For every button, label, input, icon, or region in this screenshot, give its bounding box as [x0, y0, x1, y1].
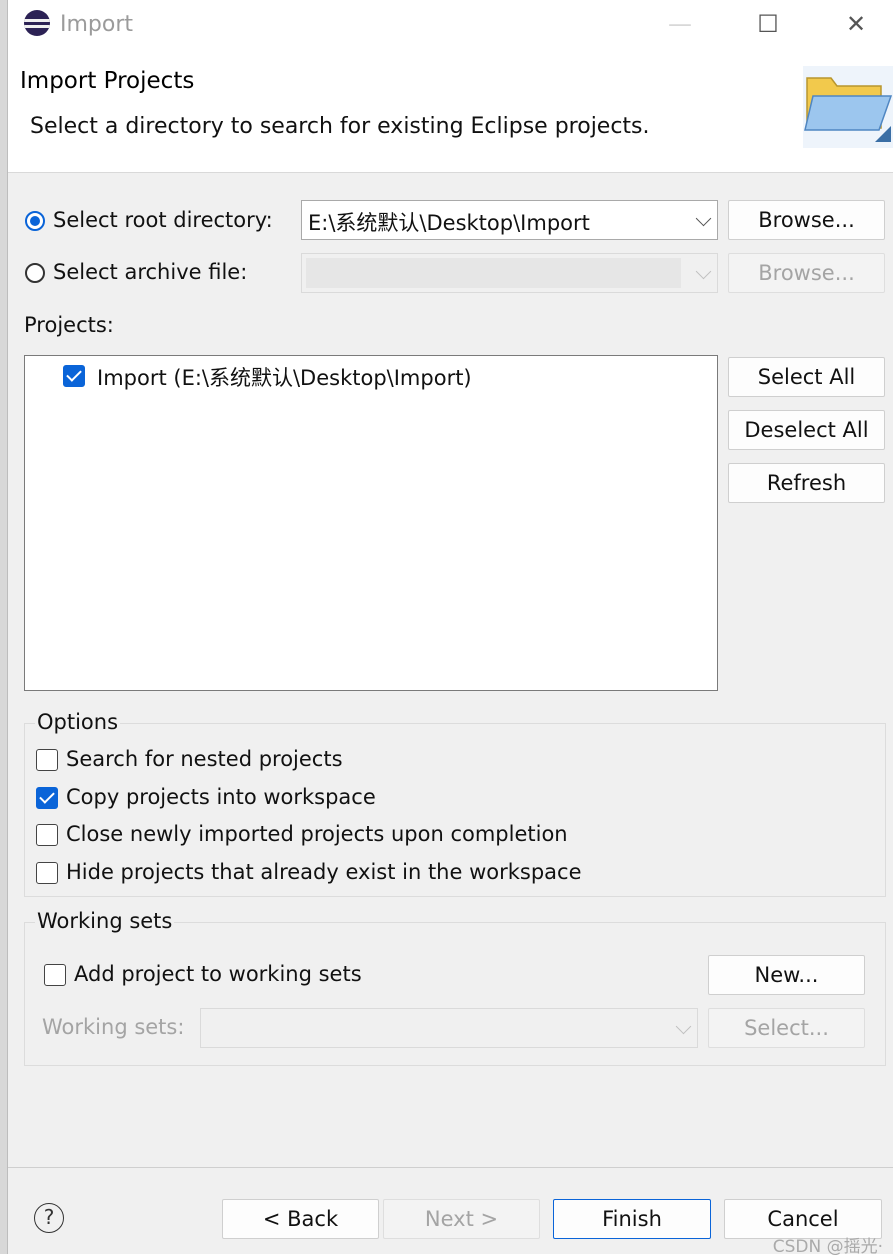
watermark: CSDN @摇光·: [772, 1237, 883, 1257]
back-button[interactable]: < Back: [222, 1199, 379, 1239]
projects-list[interactable]: Import (E:\系统默认\Desktop\Import): [24, 355, 718, 691]
page-subtitle: Select a directory to search for existin…: [30, 114, 650, 139]
nested-projects-label: Search for nested projects: [66, 747, 343, 771]
title-bar: Import — ☐ ✕: [8, 0, 893, 52]
root-directory-value: E:\系统默认\Desktop\Import: [308, 211, 590, 235]
refresh-button[interactable]: Refresh: [728, 463, 885, 503]
minimize-button[interactable]: —: [665, 10, 695, 40]
select-working-sets-button[interactable]: Select...: [708, 1008, 865, 1048]
window-title: Import: [60, 12, 134, 37]
folder-icon: [803, 66, 893, 148]
working-sets-combo[interactable]: [200, 1008, 698, 1048]
close-projects-label: Close newly imported projects upon compl…: [66, 822, 568, 846]
root-directory-combo[interactable]: E:\系统默认\Desktop\Import: [301, 200, 718, 240]
chevron-down-icon: [675, 1018, 692, 1035]
root-directory-label: Select root directory:: [53, 208, 273, 232]
select-all-button[interactable]: Select All: [728, 357, 885, 397]
hide-projects-label: Hide projects that already exist in the …: [66, 860, 582, 884]
close-button[interactable]: ✕: [841, 10, 871, 40]
archive-file-label: Select archive file:: [53, 260, 248, 284]
archive-file-combo[interactable]: [301, 253, 718, 293]
eclipse-app-icon: [24, 10, 50, 36]
finish-button[interactable]: Finish: [553, 1199, 711, 1239]
archive-file-radio[interactable]: [25, 263, 45, 283]
browse-archive-button[interactable]: Browse...: [728, 253, 885, 293]
projects-label: Projects:: [24, 313, 114, 337]
background-window-edge: [0, 0, 8, 1254]
copy-projects-checkbox[interactable]: [36, 787, 58, 809]
new-working-set-button[interactable]: New...: [708, 955, 865, 995]
chevron-down-icon: [695, 263, 712, 280]
working-sets-title: Working sets: [35, 909, 175, 933]
nested-projects-checkbox[interactable]: [36, 749, 58, 771]
page-title: Import Projects: [20, 68, 195, 94]
hide-projects-checkbox[interactable]: [36, 862, 58, 884]
footer-divider: [8, 1167, 893, 1168]
project-label: Import (E:\系统默认\Desktop\Import): [97, 366, 472, 390]
chevron-down-icon: [695, 210, 712, 227]
maximize-button[interactable]: ☐: [753, 10, 783, 40]
browse-root-button[interactable]: Browse...: [728, 200, 885, 240]
project-checkbox[interactable]: [63, 365, 85, 387]
close-projects-checkbox[interactable]: [36, 824, 58, 846]
deselect-all-button[interactable]: Deselect All: [728, 410, 885, 450]
import-dialog: Import — ☐ ✕ Import Projects Select a di…: [0, 0, 893, 1257]
add-working-sets-checkbox[interactable]: [44, 964, 66, 986]
options-title: Options: [35, 710, 121, 734]
help-icon[interactable]: ?: [34, 1203, 64, 1233]
copy-projects-label: Copy projects into workspace: [66, 785, 376, 809]
working-sets-label: Working sets:: [42, 1015, 185, 1039]
add-working-sets-label: Add project to working sets: [74, 962, 362, 986]
root-directory-radio[interactable]: [25, 211, 45, 231]
wizard-header: Import Projects Select a directory to se…: [8, 52, 893, 173]
next-button[interactable]: Next >: [383, 1199, 540, 1239]
